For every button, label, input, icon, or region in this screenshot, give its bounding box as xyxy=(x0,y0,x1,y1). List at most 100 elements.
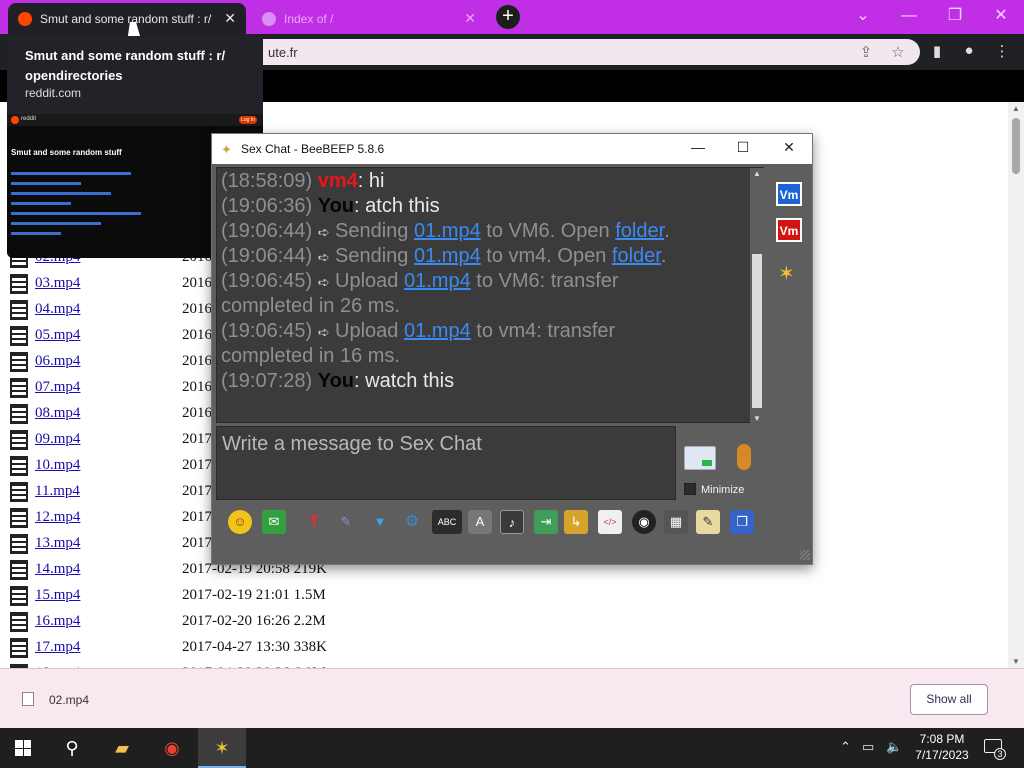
url-text: ute.fr xyxy=(268,45,298,60)
file-link[interactable]: 06.mp4 xyxy=(35,353,80,370)
scroll-up-icon[interactable]: ▲ xyxy=(1008,104,1024,113)
file-date: 2017-02-20 16:26 2.2M xyxy=(182,613,326,629)
file-link[interactable]: 05.mp4 xyxy=(35,327,80,344)
file-link[interactable]: 16.mp4 xyxy=(35,613,80,630)
close-tab-icon[interactable]: ✕ xyxy=(464,10,476,27)
window-restore-button[interactable]: ❐ xyxy=(932,0,978,34)
file-link[interactable]: 17.mp4 xyxy=(35,639,80,656)
bookmark-star-icon[interactable]: ☆ xyxy=(888,43,908,61)
beebeep-app-icon: ✦ xyxy=(221,142,232,157)
message-input[interactable]: Write a message to Sex Chat xyxy=(216,426,676,500)
page-scrollbar[interactable]: ▲ ▼ xyxy=(1008,102,1024,668)
file-link[interactable]: 01.mp4 xyxy=(414,245,481,267)
volume-muted-icon[interactable]: 🔈 xyxy=(886,739,902,755)
folder-link[interactable]: folder xyxy=(612,245,661,267)
file-link[interactable]: 01.mp4 xyxy=(414,220,481,242)
file-link[interactable]: 09.mp4 xyxy=(35,431,80,448)
scroll-down-icon[interactable]: ▼ xyxy=(750,414,764,423)
file-icon xyxy=(22,692,34,706)
tab-search-icon[interactable]: ⌄ xyxy=(840,0,886,34)
show-all-button[interactable]: Show all xyxy=(910,684,988,715)
smiley-icon[interactable]: ☺ xyxy=(228,510,252,534)
envelope-icon[interactable]: ✉ xyxy=(262,510,286,534)
file-link[interactable]: 04.mp4 xyxy=(35,301,80,318)
text-icon[interactable]: A xyxy=(468,510,492,534)
color-icon[interactable]: ✎ xyxy=(334,510,358,534)
filter-icon[interactable]: ▼ xyxy=(368,510,392,534)
user-vm4-avatar[interactable]: Vm xyxy=(776,218,802,242)
window-icon[interactable]: ❐ xyxy=(730,510,754,534)
share-icon[interactable]: ⇪ xyxy=(856,43,876,61)
transfer-verb: Sending xyxy=(335,220,409,242)
window-minimize-button[interactable]: — xyxy=(886,0,932,34)
new-tab-button[interactable]: + xyxy=(496,5,520,29)
download-filename[interactable]: 02.mp4 xyxy=(49,693,89,707)
profile-icon[interactable]: ● xyxy=(959,42,979,59)
search-icon[interactable]: ⚲ xyxy=(48,728,96,768)
spellcheck-icon[interactable]: ABC xyxy=(432,510,462,534)
beebeep-titlebar[interactable]: ✦ Sex Chat - BeeBEEP 5.8.6 — ☐ ✕ xyxy=(212,134,812,164)
camera-icon[interactable]: ◉ xyxy=(632,510,656,534)
file-link[interactable]: 14.mp4 xyxy=(35,561,80,578)
notes-icon[interactable]: ✎ xyxy=(696,510,720,534)
video-file-icon xyxy=(10,430,28,450)
file-link[interactable]: 15.mp4 xyxy=(35,587,80,604)
browser-menu-icon[interactable]: ⋮ xyxy=(992,42,1012,60)
transfer-target: to VM6: transfer xyxy=(476,270,619,292)
transfer-arrow-icon: ➪ xyxy=(317,249,330,265)
music-icon[interactable]: ♪ xyxy=(500,510,524,534)
tab-title: Index of / xyxy=(284,11,334,26)
file-link[interactable]: 10.mp4 xyxy=(35,457,80,474)
file-explorer-icon[interactable]: ▰ xyxy=(98,728,146,768)
folder-icon[interactable]: ↳ xyxy=(564,510,588,534)
address-bar[interactable]: ute.fr xyxy=(230,39,920,65)
minimize-button[interactable]: — xyxy=(683,139,713,155)
side-panel-icon[interactable]: ▮ xyxy=(927,42,947,60)
code-icon[interactable]: </> xyxy=(598,510,622,534)
file-link[interactable]: 11.mp4 xyxy=(35,483,80,500)
group-users-icon[interactable]: ✶ xyxy=(778,261,795,286)
file-link[interactable]: 12.mp4 xyxy=(35,509,80,526)
tab-reddit[interactable]: Smut and some random stuff : r/ ✕ xyxy=(8,3,246,34)
folder-link[interactable]: folder xyxy=(615,220,664,242)
font-icon[interactable]: T xyxy=(302,510,326,534)
file-date: 2016 xyxy=(182,353,212,369)
chrome-icon[interactable]: ◉ xyxy=(148,728,196,768)
file-link[interactable]: 01.mp4 xyxy=(404,320,471,342)
maximize-button[interactable]: ☐ xyxy=(728,139,758,156)
message-nick: vm4 xyxy=(317,170,358,192)
scrollbar-thumb[interactable] xyxy=(1012,118,1020,174)
chat-scrollbar-thumb[interactable] xyxy=(752,254,762,408)
system-clock[interactable]: 7:08 PM 7/17/2023 xyxy=(910,731,974,763)
message-end: . xyxy=(660,245,667,267)
window-close-button[interactable]: ✕ xyxy=(978,0,1024,34)
keyboard-icon[interactable]: ▦ xyxy=(664,510,688,534)
close-button[interactable]: ✕ xyxy=(774,139,804,156)
settings-icon[interactable]: ⚙ xyxy=(400,510,424,534)
network-icon[interactable]: ▭ xyxy=(862,739,874,755)
beebeep-taskbar-icon[interactable]: ✶ xyxy=(198,728,246,768)
file-link[interactable]: 08.mp4 xyxy=(35,405,80,422)
voice-message-icon[interactable] xyxy=(737,444,751,470)
send-file-icon[interactable] xyxy=(684,446,716,470)
close-tab-icon[interactable]: ✕ xyxy=(224,10,236,27)
tab-index[interactable]: Index of / ✕ xyxy=(252,3,486,34)
tray-overflow-icon[interactable]: ⌃ xyxy=(840,739,851,755)
resize-grip-icon[interactable] xyxy=(800,550,810,560)
message-nick: You xyxy=(317,195,355,217)
minimize-checkbox[interactable] xyxy=(684,483,696,495)
file-date: 2016 xyxy=(182,327,212,343)
file-link[interactable]: 03.mp4 xyxy=(35,275,80,292)
scroll-down-icon[interactable]: ▼ xyxy=(1008,657,1024,666)
chat-scrollbar[interactable]: ▲ ▼ xyxy=(750,168,764,424)
thumbnail-line xyxy=(11,212,141,215)
thumbnail-line xyxy=(11,182,81,185)
user-vm6-avatar[interactable]: Vm xyxy=(776,182,802,206)
file-link[interactable]: 01.mp4 xyxy=(404,270,471,292)
file-link[interactable]: 13.mp4 xyxy=(35,535,80,552)
transfer-arrow-icon: ➪ xyxy=(317,324,330,340)
file-link[interactable]: 07.mp4 xyxy=(35,379,80,396)
scroll-up-icon[interactable]: ▲ xyxy=(750,169,764,178)
start-button[interactable] xyxy=(0,728,48,768)
export-icon[interactable]: ⇥ xyxy=(534,510,558,534)
